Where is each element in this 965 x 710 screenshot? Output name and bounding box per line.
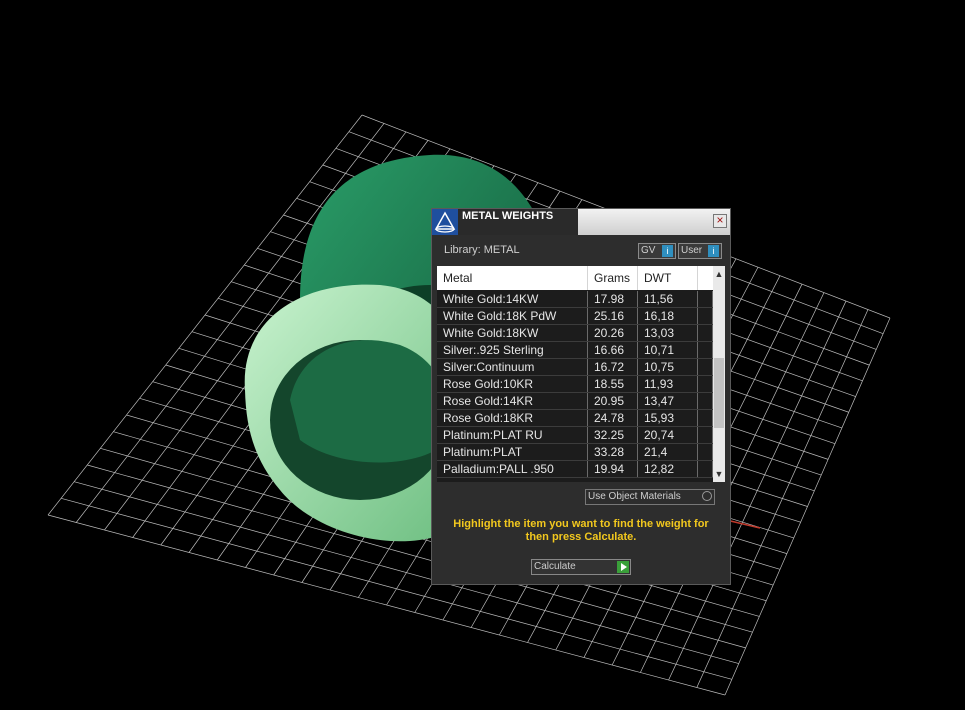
cell-grams: 25.16: [588, 308, 638, 324]
cell-metal: Silver:Continuum: [437, 359, 588, 375]
panel-titlebar[interactable]: METAL WEIGHTS ×: [432, 209, 730, 235]
cell-dwt: 10,71: [638, 342, 698, 358]
cell-dwt: 11,56: [638, 291, 698, 307]
calculate-label: Calculate: [534, 561, 576, 572]
cell-grams: 33.28: [588, 444, 638, 460]
cell-grams: 19.94: [588, 461, 638, 477]
use-object-materials-toggle[interactable]: Use Object Materials: [585, 489, 715, 505]
cell-empty: [698, 342, 713, 358]
cell-dwt: 13,47: [638, 393, 698, 409]
table-row[interactable]: Platinum:PLAT 33.28 21,4: [437, 444, 713, 461]
cell-metal: Platinum:PLAT: [437, 444, 588, 460]
cell-grams: 20.95: [588, 393, 638, 409]
cell-empty: [698, 410, 713, 426]
cell-grams: 18.55: [588, 376, 638, 392]
metal-weights-panel: METAL WEIGHTS × Library: METAL GV i User…: [431, 208, 731, 585]
table-row[interactable]: Palladium:PALL .950 19.94 12,82: [437, 461, 713, 478]
cell-metal: Rose Gold:10KR: [437, 376, 588, 392]
table-row[interactable]: Rose Gold:18KR 24.78 15,93: [437, 410, 713, 427]
cell-empty: [698, 444, 713, 460]
cell-dwt: 21,4: [638, 444, 698, 460]
table-row[interactable]: Platinum:PLAT RU 32.25 20,74: [437, 427, 713, 444]
table-row[interactable]: Rose Gold:14KR 20.95 13,47: [437, 393, 713, 410]
radio-icon: [702, 491, 712, 501]
cell-empty: [698, 393, 713, 409]
table-row[interactable]: White Gold:18K PdW 25.16 16,18: [437, 308, 713, 325]
column-header-grams[interactable]: Grams: [588, 266, 638, 290]
cell-grams: 24.78: [588, 410, 638, 426]
info-icon: i: [708, 245, 719, 257]
column-header-dwt[interactable]: DWT: [638, 266, 698, 290]
play-icon: [617, 561, 629, 573]
scroll-thumb[interactable]: [714, 358, 724, 428]
cell-metal: Palladium:PALL .950: [437, 461, 588, 477]
table-row[interactable]: Silver:Continuum 16.72 10,75: [437, 359, 713, 376]
cell-metal: White Gold:18KW: [437, 325, 588, 341]
user-button[interactable]: User i: [678, 243, 722, 259]
table-row[interactable]: White Gold:18KW 20.26 13,03: [437, 325, 713, 342]
gv-button[interactable]: GV i: [638, 243, 676, 259]
cell-dwt: 11,93: [638, 376, 698, 392]
cell-dwt: 12,82: [638, 461, 698, 477]
table-row[interactable]: Silver:.925 Sterling 16.66 10,71: [437, 342, 713, 359]
scroll-down-icon[interactable]: ▼: [713, 468, 725, 480]
cell-empty: [698, 461, 713, 477]
cell-dwt: 10,75: [638, 359, 698, 375]
cell-grams: 20.26: [588, 325, 638, 341]
cell-empty: [698, 291, 713, 307]
user-label: User: [681, 245, 703, 256]
column-header-metal[interactable]: Metal: [437, 266, 588, 290]
info-icon: i: [662, 245, 673, 257]
table-header: Metal Grams DWT: [437, 266, 713, 290]
cell-dwt: 16,18: [638, 308, 698, 324]
panel-title: METAL WEIGHTS: [462, 210, 554, 222]
cell-dwt: 13,03: [638, 325, 698, 341]
cell-grams: 16.66: [588, 342, 638, 358]
table-row[interactable]: White Gold:14KW 17.98 11,56: [437, 291, 713, 308]
cell-grams: 16.72: [588, 359, 638, 375]
cell-empty: [698, 376, 713, 392]
cell-empty: [698, 308, 713, 324]
library-label: Library: METAL: [444, 244, 520, 256]
cell-empty: [698, 359, 713, 375]
close-icon: ×: [716, 213, 724, 227]
table-row[interactable]: Rose Gold:10KR 18.55 11,93: [437, 376, 713, 393]
cell-grams: 17.98: [588, 291, 638, 307]
cell-metal: White Gold:14KW: [437, 291, 588, 307]
cell-metal: White Gold:18K PdW: [437, 308, 588, 324]
table-body: White Gold:14KW 17.98 11,56 White Gold:18K …: [437, 291, 713, 478]
cell-metal: Rose Gold:14KR: [437, 393, 588, 409]
cell-grams: 32.25: [588, 427, 638, 443]
cell-empty: [698, 325, 713, 341]
cell-metal: Silver:.925 Sterling: [437, 342, 588, 358]
table-scrollbar[interactable]: ▲ ▼: [713, 266, 725, 482]
scroll-up-icon[interactable]: ▲: [713, 268, 725, 280]
cell-dwt: 15,93: [638, 410, 698, 426]
close-button[interactable]: ×: [713, 214, 727, 228]
hint-text: Highlight the item you want to find the …: [453, 518, 709, 543]
cell-dwt: 20,74: [638, 427, 698, 443]
cell-empty: [698, 427, 713, 443]
use-object-materials-label: Use Object Materials: [588, 491, 681, 502]
app-logo-icon: [432, 209, 458, 235]
calculate-button[interactable]: Calculate: [531, 559, 631, 575]
cell-metal: Rose Gold:18KR: [437, 410, 588, 426]
gv-label: GV: [641, 245, 656, 256]
cell-metal: Platinum:PLAT RU: [437, 427, 588, 443]
metal-table: Metal Grams DWT White Gold:14KW 17.98 11,5…: [437, 266, 725, 482]
